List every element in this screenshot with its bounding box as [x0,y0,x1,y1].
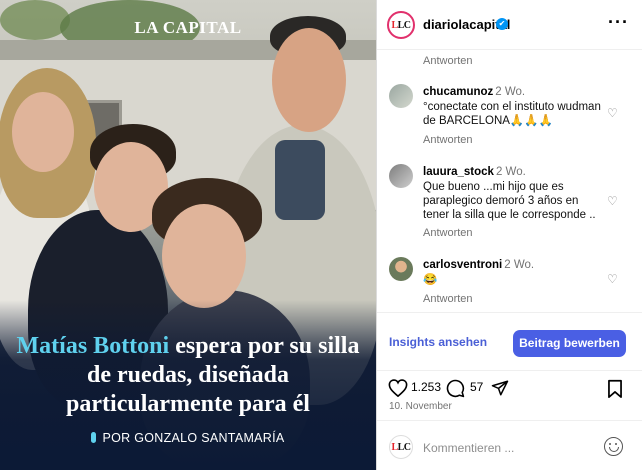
brand-logo: LA CAPITAL [134,18,242,37]
heart-icon[interactable]: ♡ [607,195,619,207]
commenter-avatar[interactable] [389,257,413,281]
account-avatar[interactable]: LLC [387,11,415,39]
emoji-icon[interactable] [604,437,623,456]
commenter-avatar[interactable] [389,164,413,188]
post-date[interactable]: 10. November [389,401,452,412]
heart-icon[interactable]: ♡ [607,107,619,119]
photo-face [162,204,246,308]
boost-post-button[interactable]: Beitrag bewerben [513,330,626,357]
verified-badge-icon: ✔ [496,18,508,30]
photo-face [272,28,346,132]
avatar-logo: LLC [391,441,411,453]
comment-time: 2 Wo. [495,86,526,98]
engagement-bar: 1.253 57 10. November [377,370,642,420]
comment-list[interactable]: Antworten chucamunoz 2 Wo. °conectate con… [377,50,642,312]
comment-text: 😂 [423,274,438,286]
comment-time: 2 Wo. [504,259,535,271]
more-options-icon[interactable]: ··· [608,12,629,33]
comment-icon[interactable] [446,379,465,403]
commenter-avatar[interactable] [389,84,413,108]
share-icon[interactable] [491,379,509,402]
photo-shirt [275,140,325,220]
heart-icon[interactable]: ♡ [607,273,619,285]
reply-button[interactable]: Antworten [423,293,473,305]
comment-count[interactable]: 57 [470,380,483,394]
like-count[interactable]: 1.253 [411,380,441,394]
pin-icon [91,432,97,443]
comment-composer: LLC Kommentieren ... [377,420,642,470]
comment-author[interactable]: chucamunoz 2 Wo. [423,86,525,98]
headline-highlight: Matías Bottoni [16,333,170,359]
reply-button[interactable]: Antworten [423,55,473,67]
reply-button[interactable]: Antworten [423,227,473,239]
comment-author[interactable]: lauura_stock 2 Wo. [423,166,526,178]
comment-text: °conectate con el instituto wudman de BA… [423,101,601,127]
my-avatar: LLC [389,435,413,459]
avatar-logo: LLC [391,19,411,31]
photo-face [12,92,74,172]
post-headline: Matías Bottoni espera por su silla de ru… [14,332,362,419]
bookmark-icon[interactable] [607,379,623,403]
post-header: LLC diariolacapital ✔ ··· [377,0,642,50]
reply-button[interactable]: Antworten [423,134,473,146]
comment-input[interactable]: Kommentieren ... [423,441,514,455]
post-side-panel: LLC diariolacapital ✔ ··· Antworten chuc… [376,0,642,470]
insights-link[interactable]: Insights ansehen [389,335,487,349]
comment-text: Que bueno ...mi hijo que es paraplegico … [423,181,596,221]
heart-icon[interactable] [388,379,408,402]
comment-time: 2 Wo. [495,166,526,178]
owner-actions: Insights ansehen Beitrag bewerben [377,312,642,370]
post-byline: POR GONZALO SANTAMARÍA [0,431,376,445]
comment-author[interactable]: carlosventroni 2 Wo. [423,259,534,271]
byline-text: POR GONZALO SANTAMARÍA [102,431,285,445]
post-image[interactable]: LA CAPITAL Matías Bottoni espera por su … [0,0,376,470]
